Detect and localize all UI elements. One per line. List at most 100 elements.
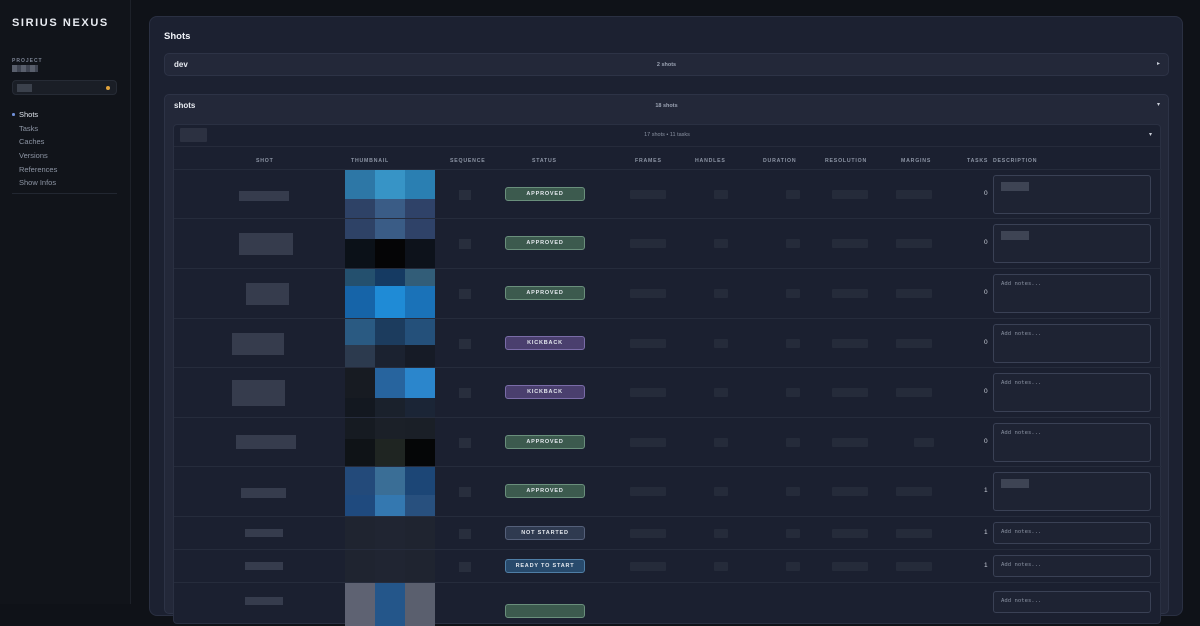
sidebar-item-shots[interactable]: Shots [12, 110, 117, 124]
frames-redacted [630, 339, 666, 348]
duration-redacted [786, 339, 800, 348]
shot-name-redacted[interactable] [232, 333, 284, 355]
status-badge[interactable]: READY TO START [505, 559, 585, 573]
table-row[interactable]: APPROVED 1 [174, 466, 1162, 517]
status-badge[interactable]: APPROVED [505, 236, 585, 250]
table-row[interactable]: KICKBACK 0 Add notes... [174, 367, 1162, 418]
page-title: Shots [164, 31, 191, 42]
thumbnail[interactable] [345, 368, 435, 418]
resolution-redacted [832, 529, 868, 538]
sequence-redacted [459, 438, 471, 448]
frames-redacted [630, 562, 666, 571]
thumbnail[interactable] [345, 583, 435, 626]
margins-redacted [896, 289, 932, 298]
table-row[interactable]: APPROVED 0 [174, 169, 1162, 219]
margins-redacted [896, 339, 932, 348]
status-badge[interactable]: NOT STARTED [505, 526, 585, 540]
shot-name-redacted[interactable] [241, 488, 286, 498]
status-badge[interactable]: APPROVED [505, 484, 585, 498]
thumbnail[interactable] [345, 550, 435, 583]
shot-name-redacted[interactable] [239, 191, 289, 201]
shot-name-redacted[interactable] [239, 233, 293, 255]
project-name-redacted [12, 65, 38, 72]
status-badge[interactable]: APPROVED [505, 435, 585, 449]
group-dev[interactable]: dev 2 shots ▸ [164, 53, 1169, 76]
col-margins[interactable]: MARGINS [901, 158, 931, 164]
sidebar-item-show-infos[interactable]: Show Infos [12, 178, 117, 192]
group-count: 18 shots [655, 103, 678, 109]
thumbnail[interactable] [345, 269, 435, 319]
expand-arrow-icon[interactable]: ▸ [1157, 60, 1160, 67]
sidebar-item-caches[interactable]: Caches [12, 137, 117, 151]
status-badge[interactable]: KICKBACK [505, 385, 585, 399]
col-duration[interactable]: DURATION [763, 158, 796, 164]
sidebar-item-versions[interactable]: Versions [12, 151, 117, 165]
col-resolution[interactable]: RESOLUTION [825, 158, 867, 164]
project-selector[interactable] [12, 80, 117, 95]
col-frames[interactable]: FRAMES [635, 158, 662, 164]
col-sequence[interactable]: SEQUENCE [450, 158, 486, 164]
thumbnail[interactable] [345, 219, 435, 269]
status-badge[interactable] [505, 604, 585, 618]
col-handles[interactable]: HANDLES [695, 158, 726, 164]
table-row[interactable]: NOT STARTED 1 Add notes... [174, 516, 1162, 550]
margins-redacted [896, 487, 932, 496]
collapse-arrow-icon[interactable]: ▾ [1149, 131, 1152, 138]
description-field[interactable]: Add notes... [993, 522, 1151, 544]
description-field[interactable] [993, 472, 1151, 511]
table-row[interactable]: APPROVED 0 [174, 218, 1162, 269]
resolution-redacted [832, 239, 868, 248]
thumbnail[interactable] [345, 319, 435, 368]
thumbnail[interactable] [345, 170, 435, 219]
description-field[interactable]: Add notes... [993, 555, 1151, 577]
collapse-arrow-icon[interactable]: ▾ [1157, 101, 1160, 108]
sequence-redacted [459, 487, 471, 497]
description-field[interactable] [993, 175, 1151, 214]
description-field[interactable] [993, 224, 1151, 263]
col-tasks[interactable]: TASKS [967, 158, 988, 164]
status-badge[interactable]: APPROVED [505, 286, 585, 300]
shot-name-redacted[interactable] [246, 283, 289, 305]
description-field[interactable]: Add notes... [993, 423, 1151, 462]
project-label: PROJECT [12, 58, 43, 64]
description-field[interactable]: Add notes... [993, 591, 1151, 613]
thumbnail[interactable] [345, 517, 435, 550]
shot-name-redacted[interactable] [245, 562, 283, 570]
frames-redacted [630, 190, 666, 199]
table-row[interactable]: READY TO START 1 Add notes... [174, 549, 1162, 583]
sequence-redacted [459, 562, 471, 572]
subgroup-info: 17 shots • 11 tasks [644, 132, 690, 138]
shot-name-redacted[interactable] [236, 435, 296, 449]
frames-redacted [630, 289, 666, 298]
margins-redacted [896, 388, 932, 397]
sequence-redacted [459, 339, 471, 349]
thumbnail[interactable] [345, 418, 435, 467]
shot-name-redacted[interactable] [245, 529, 283, 537]
resolution-redacted [832, 562, 868, 571]
group-header[interactable]: dev 2 shots ▸ [165, 54, 1168, 77]
main-panel: Shots dev 2 shots ▸ shots 18 shots ▾ 17 … [149, 16, 1183, 626]
col-status[interactable]: STATUS [532, 158, 557, 164]
sidebar-item-tasks[interactable]: Tasks [12, 124, 117, 138]
margins-redacted [896, 190, 932, 199]
description-field[interactable]: Add notes... [993, 274, 1151, 313]
sequence-redacted [459, 239, 471, 249]
status-badge[interactable]: KICKBACK [505, 336, 585, 350]
description-field[interactable]: Add notes... [993, 373, 1151, 412]
duration-redacted [786, 190, 800, 199]
margins-redacted [896, 239, 932, 248]
status-badge[interactable]: APPROVED [505, 187, 585, 201]
handles-redacted [714, 529, 728, 538]
table-row[interactable]: APPROVED 0 Add notes... [174, 417, 1162, 467]
shot-name-redacted[interactable] [232, 380, 285, 406]
sidebar: SIRIUS NEXUS PROJECT Shots Tasks Caches … [0, 0, 131, 604]
subgroup-header[interactable]: 17 shots • 11 tasks ▾ [174, 125, 1160, 147]
col-shot[interactable]: SHOT [256, 158, 274, 164]
sidebar-item-references[interactable]: References [12, 165, 117, 179]
thumbnail[interactable] [345, 467, 435, 517]
handles-redacted [714, 388, 728, 397]
description-field[interactable]: Add notes... [993, 324, 1151, 363]
table-row[interactable]: KICKBACK 0 Add notes... [174, 318, 1162, 368]
group-header[interactable]: shots 18 shots ▾ [165, 95, 1168, 118]
table-row[interactable]: APPROVED 0 Add notes... [174, 268, 1162, 319]
